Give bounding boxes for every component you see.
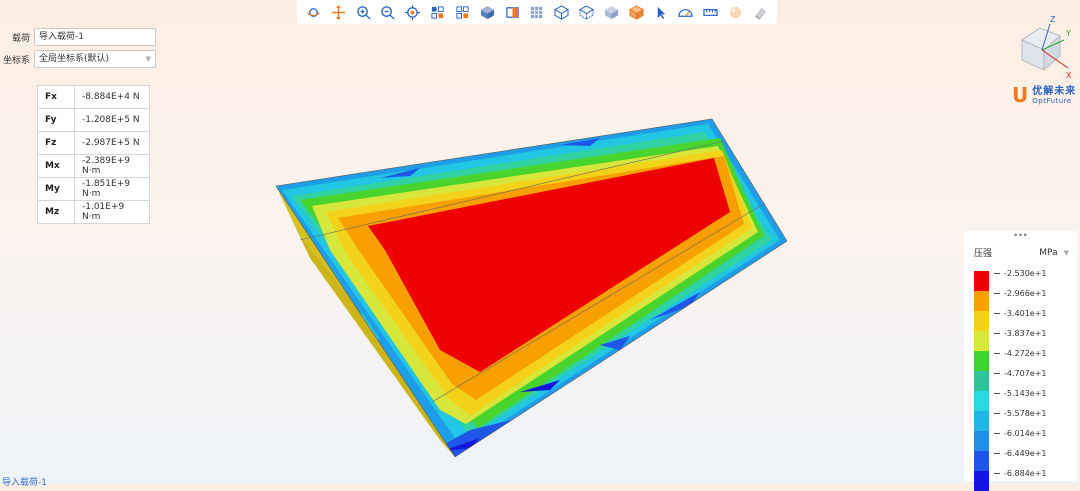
legend-tick-label: -3.401e+1: [994, 309, 1047, 318]
legend-swatch: [974, 411, 989, 431]
view-cube-navigator[interactable]: Z Y X: [1010, 14, 1076, 80]
legend-title: 压强: [974, 249, 993, 259]
pressure-contour-model[interactable]: [0, 0, 1080, 484]
legend-swatch: [974, 471, 989, 491]
contour-legend: ••• 压强 MPa ▼ -2.530e+1 -2.966e+1 -3.401e+1…: [964, 231, 1077, 491]
legend-swatch: [974, 331, 989, 351]
legend-tick-label: -6.014e+1: [994, 429, 1047, 438]
legend-swatch: [974, 431, 989, 451]
brand-logo: U 优解未来 OptFuture: [1012, 85, 1076, 105]
legend-swatch: [974, 351, 989, 371]
z-axis-label: Z: [1050, 15, 1056, 24]
logo-cn-text: 优解未来: [1032, 85, 1077, 97]
y-axis-label: Y: [1065, 29, 1071, 38]
logo-mark: U: [1012, 83, 1029, 107]
legend-tick-label: -3.837e+1: [994, 329, 1047, 338]
legend-swatch: [974, 311, 989, 331]
legend-swatch: [974, 371, 989, 391]
legend-tick-label: -5.578e+1: [994, 409, 1047, 418]
top-face-contours: [276, 119, 787, 457]
legend-tick-label: -6.449e+1: [994, 449, 1047, 458]
legend-swatch: [974, 391, 989, 411]
legend-tick-label: -2.530e+1: [994, 269, 1047, 278]
legend-tick-label: -6.884e+1: [994, 469, 1047, 478]
legend-swatches: [974, 271, 989, 491]
legend-tick-label: -4.707e+1: [994, 369, 1047, 378]
legend-swatch: [974, 291, 989, 311]
legend-swatch: [974, 451, 989, 471]
legend-swatch: [974, 271, 989, 291]
logo-en-text: OptFuture: [1032, 96, 1072, 105]
x-axis-label: X: [1066, 71, 1072, 80]
unit-select[interactable]: MPa ▼: [1039, 248, 1069, 258]
legend-unit-value: MPa: [1039, 247, 1058, 258]
legend-tick-label: -5.143e+1: [994, 389, 1047, 398]
chevron-down-icon: ▼: [1063, 248, 1069, 257]
legend-color-bar: -2.530e+1 -2.966e+1 -3.401e+1 -3.837e+1 -4.2…: [974, 269, 1047, 491]
legend-tick-label: -4.272e+1: [994, 349, 1047, 358]
legend-tick-label: -2.966e+1: [994, 289, 1047, 298]
legend-drag-handle[interactable]: •••: [964, 231, 1077, 240]
